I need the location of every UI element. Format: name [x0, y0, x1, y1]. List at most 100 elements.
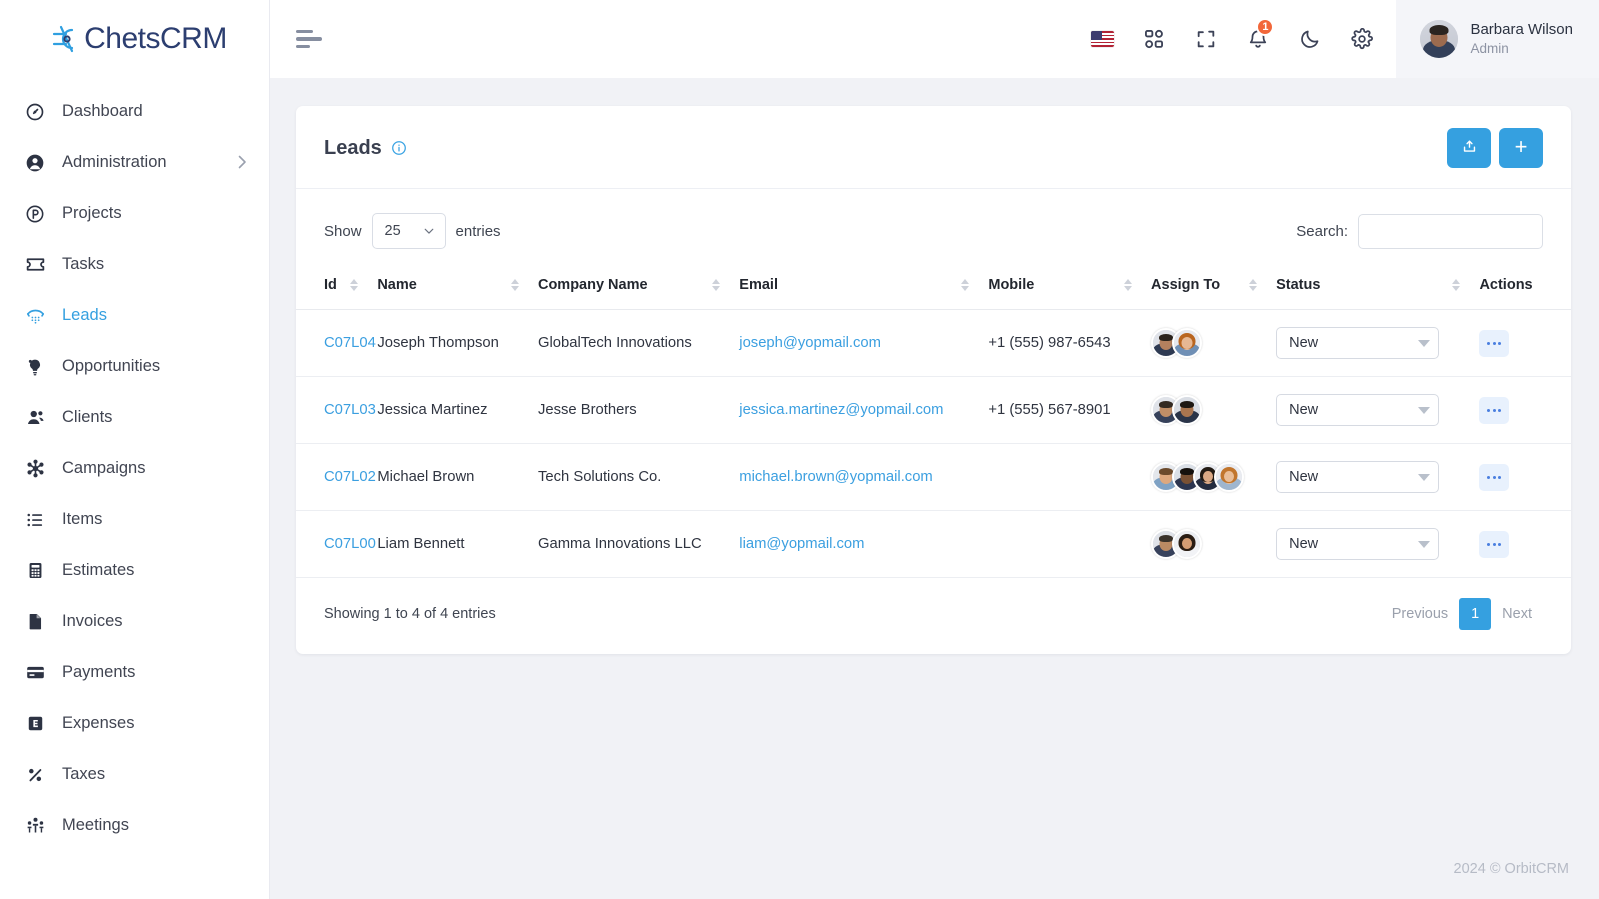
- sidebar-item-expenses[interactable]: Expenses: [0, 698, 269, 749]
- hamburger-icon[interactable]: [296, 24, 330, 54]
- pagination-next[interactable]: Next: [1491, 598, 1543, 630]
- info-circle-icon[interactable]: [391, 140, 407, 156]
- lead-id-link[interactable]: C07L03: [324, 402, 376, 418]
- sidebar-item-opportunities[interactable]: Opportunities: [0, 341, 269, 392]
- table-header-row: Id Name Company Name Email Mobile Assign…: [296, 263, 1571, 310]
- sort-toggle-email[interactable]: [961, 279, 978, 291]
- sidebar-item-label: Taxes: [62, 765, 106, 783]
- sidebar-item-label: Expenses: [62, 714, 135, 732]
- dot: [1492, 475, 1496, 479]
- search-input[interactable]: [1358, 213, 1543, 249]
- sidebar-item-label: Payments: [62, 663, 136, 681]
- page-length-select[interactable]: 25: [371, 213, 446, 249]
- sort-toggle-company[interactable]: [712, 279, 729, 291]
- sidebar-item-leads[interactable]: Leads: [0, 290, 269, 341]
- avatar-stack[interactable]: [1151, 529, 1266, 559]
- sidebar: ChetsCRM Dashboard Administration Projec…: [0, 0, 270, 899]
- row-actions-button[interactable]: [1479, 396, 1510, 424]
- column-label: Company Name: [537, 277, 648, 293]
- column-header-id[interactable]: Id: [296, 263, 378, 310]
- show-label: Show: [324, 222, 362, 240]
- brand-logo[interactable]: ChetsCRM: [0, 0, 269, 78]
- dot: [1498, 341, 1502, 345]
- import-button[interactable]: [1447, 128, 1491, 168]
- sidebar-item-tasks[interactable]: Tasks: [0, 239, 269, 290]
- gear-icon[interactable]: [1336, 0, 1388, 78]
- hamburger-line: [296, 37, 322, 41]
- add-lead-button[interactable]: +: [1499, 128, 1543, 168]
- sort-toggle-name[interactable]: [510, 279, 528, 291]
- cell-email: joseph@yopmail.com: [739, 309, 989, 377]
- sort-toggle-status[interactable]: [1452, 279, 1469, 291]
- apps-grid-icon[interactable]: [1128, 0, 1180, 78]
- column-header-assign-to[interactable]: Assign To: [1151, 263, 1277, 310]
- brand-name: ChetsCRM: [84, 22, 227, 55]
- ticket-icon: [24, 254, 46, 276]
- sidebar-item-label: Campaigns: [62, 459, 146, 477]
- sort-toggle-id[interactable]: [350, 279, 367, 291]
- sidebar-item-payments[interactable]: Payments: [0, 647, 269, 698]
- cell-mobile: [988, 510, 1152, 578]
- email-link[interactable]: liam@yopmail.com: [739, 536, 864, 552]
- sidebar-item-invoices[interactable]: Invoices: [0, 596, 269, 647]
- column-header-status[interactable]: Status: [1276, 263, 1480, 310]
- sidebar-nav: Dashboard Administration Projects Tasks …: [0, 78, 269, 851]
- cell-id: C07L03: [296, 376, 378, 444]
- sidebar-item-clients[interactable]: Clients: [0, 392, 269, 443]
- cell-company: Jesse Brothers: [537, 376, 740, 444]
- column-header-company[interactable]: Company Name: [537, 263, 740, 310]
- pagination-previous[interactable]: Previous: [1381, 598, 1459, 630]
- row-actions-button[interactable]: [1479, 463, 1510, 491]
- bell-icon[interactable]: 1: [1232, 0, 1284, 78]
- user-profile-menu[interactable]: Barbara Wilson Admin: [1396, 0, 1599, 78]
- sort-toggle-mobile[interactable]: [1124, 279, 1141, 291]
- column-header-name[interactable]: Name: [377, 263, 538, 310]
- table-row: C07L00 Liam Bennett Gamma Innovations LL…: [296, 510, 1571, 578]
- sort-toggle-assign[interactable]: [1249, 279, 1266, 291]
- column-label: Actions: [1479, 277, 1533, 293]
- sidebar-item-items[interactable]: Items: [0, 494, 269, 545]
- lead-id-link[interactable]: C07L02: [324, 469, 376, 485]
- avatar: [1172, 395, 1203, 425]
- status-select[interactable]: New: [1276, 461, 1440, 493]
- sidebar-item-taxes[interactable]: Taxes: [0, 749, 269, 800]
- row-actions-button[interactable]: [1479, 530, 1510, 558]
- sidebar-item-dashboard[interactable]: Dashboard: [0, 86, 269, 137]
- sidebar-item-meetings[interactable]: Meetings: [0, 800, 269, 851]
- lead-id-link[interactable]: C07L00: [324, 536, 376, 552]
- moon-icon[interactable]: [1284, 0, 1336, 78]
- profile-role: Admin: [1470, 40, 1509, 56]
- dot: [1487, 475, 1491, 479]
- column-header-email[interactable]: Email: [739, 263, 989, 310]
- language-flag-icon[interactable]: [1076, 0, 1128, 78]
- dot: [1487, 542, 1491, 546]
- topbar: 1 Barbara Wilson Admin: [270, 0, 1599, 78]
- row-actions-button[interactable]: [1479, 329, 1510, 357]
- page-title-text: Leads: [324, 136, 382, 159]
- sidebar-item-estimates[interactable]: Estimates: [0, 545, 269, 596]
- status-select[interactable]: New: [1276, 528, 1440, 560]
- avatar: [1172, 529, 1203, 559]
- status-select[interactable]: New: [1276, 394, 1440, 426]
- column-header-mobile[interactable]: Mobile: [988, 263, 1152, 310]
- hamburger-line: [296, 29, 313, 34]
- pagination-page-1[interactable]: 1: [1459, 598, 1492, 630]
- status-select[interactable]: New: [1276, 327, 1440, 359]
- avatar-stack[interactable]: [1151, 328, 1266, 358]
- email-link[interactable]: jessica.martinez@yopmail.com: [739, 402, 943, 418]
- email-link[interactable]: michael.brown@yopmail.com: [739, 469, 932, 485]
- email-link[interactable]: joseph@yopmail.com: [739, 335, 881, 351]
- sidebar-item-campaigns[interactable]: Campaigns: [0, 443, 269, 494]
- avatar-stack[interactable]: [1151, 395, 1266, 425]
- lead-id-link[interactable]: C07L04: [324, 335, 376, 351]
- avatar-stack[interactable]: [1151, 462, 1266, 492]
- asterisk-network-icon: [24, 458, 46, 480]
- cell-status: New: [1276, 510, 1480, 578]
- list-icon: [24, 509, 46, 531]
- fullscreen-icon[interactable]: [1180, 0, 1232, 78]
- sidebar-item-projects[interactable]: Projects: [0, 188, 269, 239]
- status-value: New: [1289, 402, 1319, 418]
- sidebar-item-administration[interactable]: Administration: [0, 137, 269, 188]
- table-row: C07L03 Jessica Martinez Jesse Brothers j…: [296, 376, 1571, 444]
- cell-status: New: [1276, 309, 1480, 377]
